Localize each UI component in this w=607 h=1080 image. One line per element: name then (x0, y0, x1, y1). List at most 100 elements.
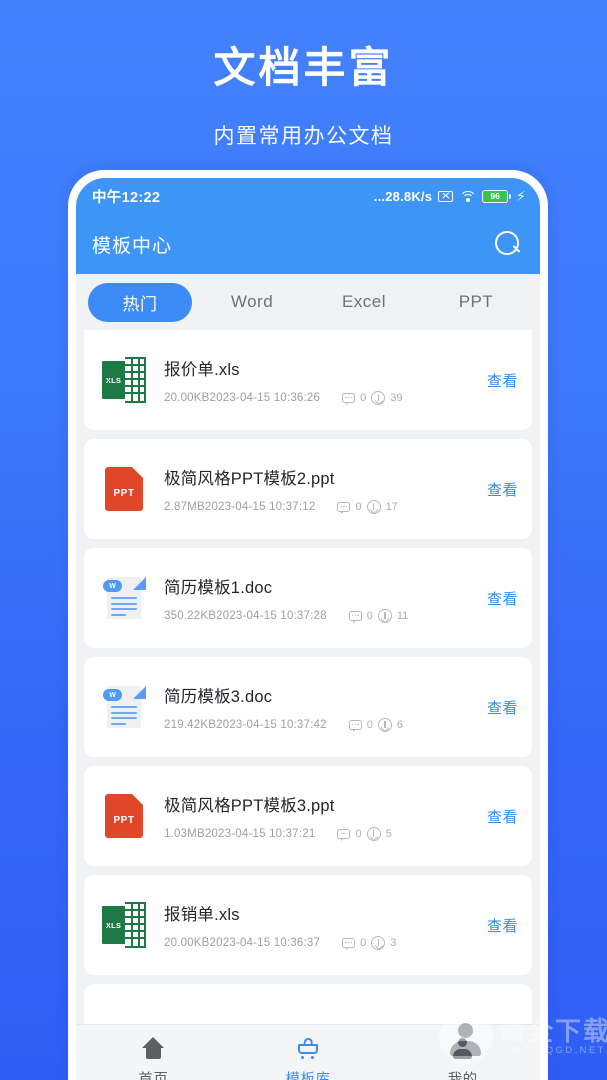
file-info: 报价单.xls 20.00KB 2023-04-15 10:36:26 0 39 (164, 356, 471, 405)
charging-bolt-icon: ⚡ (516, 188, 526, 204)
comment-count: 0 (360, 936, 367, 949)
file-info: 简历模板3.doc 219.42KB 2023-04-15 10:37:42 0 (164, 683, 471, 732)
tab-ppt[interactable]: PPT (420, 285, 532, 319)
view-button[interactable]: 查看 (487, 806, 518, 827)
promo-header: 文档丰富 内置常用办公文档 (0, 0, 607, 150)
list-item[interactable]: PPT 极简风格PPT模板2.ppt 2.87MB 2023-04-15 10:… (84, 439, 532, 539)
nav-label-home: 首页 (138, 1071, 169, 1080)
category-tabs: 热门 Word Excel PPT (76, 274, 540, 330)
file-date: 2023-04-15 10:37:28 (216, 609, 327, 622)
battery-level-text: 96 (490, 190, 500, 201)
view-button[interactable]: 查看 (487, 915, 518, 936)
download-count: 11 (396, 609, 409, 622)
file-stats: 0 3 (342, 935, 397, 950)
file-info: 报销单.xls 20.00KB 2023-04-15 10:36:37 0 3 (164, 901, 471, 950)
comment-icon (342, 392, 356, 405)
file-stats: 0 39 (342, 390, 403, 405)
tab-excel[interactable]: Excel (308, 285, 420, 319)
view-button[interactable]: 查看 (487, 697, 518, 718)
comment-icon (337, 828, 351, 841)
view-button[interactable]: 查看 (487, 588, 518, 609)
nav-label-template-library: 模板库 (285, 1071, 331, 1080)
comment-icon (337, 501, 351, 514)
battery-icon: 96 (482, 189, 512, 203)
file-stats: 0 11 (348, 608, 409, 623)
phone-screen: 中午12:22 ...28.8K/s 96 ⚡ 模板中心 热门 Word Exc… (76, 178, 540, 1080)
ppt-file-icon: PPT (102, 793, 148, 839)
comment-count: 0 (355, 827, 362, 840)
file-size: 350.22KB (164, 609, 217, 622)
download-count: 17 (385, 500, 398, 513)
view-button[interactable]: 查看 (487, 370, 518, 391)
file-stats: 0 6 (348, 717, 403, 732)
tab-word[interactable]: Word (196, 285, 308, 319)
file-name: 报销单.xls (164, 905, 240, 924)
list-item[interactable]: XLS 报价单.xls 20.00KB 2023-04-15 10:36:26 … (84, 330, 532, 430)
xls-badge-label: XLS (105, 920, 122, 930)
comment-count: 0 (355, 500, 362, 513)
home-icon (141, 1036, 166, 1061)
file-stats: 0 5 (337, 826, 392, 841)
download-count: 39 (390, 391, 403, 404)
nav-label-mine: 我的 (447, 1071, 478, 1080)
list-item[interactable]: PPT 极简风格PPT模板3.ppt 1.03MB 2023-04-15 10:… (84, 766, 532, 866)
doc-file-icon: W (102, 684, 148, 730)
file-info: 极简风格PPT模板2.ppt 2.87MB 2023-04-15 10:37:1… (164, 465, 471, 514)
template-file-list[interactable]: XLS 报价单.xls 20.00KB 2023-04-15 10:36:26 … (76, 330, 540, 1024)
list-item[interactable] (84, 984, 532, 1024)
view-button[interactable]: 查看 (487, 479, 518, 500)
comment-count: 0 (366, 718, 373, 731)
file-date: 2023-04-15 10:37:12 (204, 500, 316, 513)
file-date: 2023-04-15 10:36:37 (209, 936, 321, 949)
file-size: 1.03MB (164, 827, 205, 840)
file-size: 219.42KB (164, 718, 217, 731)
file-date: 2023-04-15 10:37:21 (204, 827, 316, 840)
list-item[interactable]: XLS 报销单.xls 20.00KB 2023-04-15 10:36:37 … (84, 875, 532, 975)
comment-icon (342, 937, 356, 950)
file-size: 20.00KB (164, 936, 210, 949)
status-time: 中午12:22 (92, 189, 161, 206)
list-item[interactable]: W 简历模板1.doc 350.22KB 2023-04-15 10:37:28… (84, 548, 532, 648)
download-icon (377, 717, 392, 732)
comment-count: 0 (366, 609, 373, 622)
list-item[interactable]: W 简历模板3.doc 219.42KB 2023-04-15 10:37:42… (84, 657, 532, 757)
file-stats: 0 17 (337, 499, 398, 514)
download-count: 5 (385, 827, 392, 840)
file-name: 简历模板1.doc (164, 578, 273, 597)
doc-file-icon: W (102, 575, 148, 621)
comment-icon (348, 610, 362, 623)
status-bar: 中午12:22 ...28.8K/s 96 ⚡ (76, 178, 540, 214)
file-date: 2023-04-15 10:37:42 (216, 718, 327, 731)
download-icon (366, 499, 381, 514)
nav-item-template-library[interactable]: 模板库 (231, 1036, 386, 1080)
app-bar: 模板中心 (76, 214, 540, 274)
xls-file-icon: XLS (102, 902, 148, 948)
ppt-file-icon: PPT (102, 466, 148, 512)
download-icon (377, 608, 392, 623)
search-icon[interactable] (495, 230, 522, 258)
xls-badge-label: XLS (105, 375, 122, 385)
network-speed-text: ...28.8K/s (373, 188, 433, 204)
nav-item-mine[interactable]: 我的 (385, 1037, 540, 1080)
nav-item-home[interactable]: 首页 (76, 1036, 231, 1080)
download-icon (371, 390, 386, 405)
file-name: 极简风格PPT模板2.ppt (164, 469, 335, 488)
file-info: 极简风格PPT模板3.ppt 1.03MB 2023-04-15 10:37:2… (164, 792, 471, 841)
file-info: 简历模板1.doc 350.22KB 2023-04-15 10:37:28 0 (164, 574, 471, 623)
doc-badge-label: W (109, 582, 116, 590)
x-box-icon (438, 190, 454, 202)
wifi-icon (459, 190, 477, 203)
download-icon (366, 826, 381, 841)
cart-icon (296, 1036, 321, 1061)
comment-icon (348, 719, 362, 732)
status-indicators: ...28.8K/s 96 ⚡ (374, 189, 526, 204)
page-title: 模板中心 (92, 235, 173, 257)
promo-title: 文档丰富 (213, 44, 394, 91)
download-count: 6 (396, 718, 403, 731)
file-name: 极简风格PPT模板3.ppt (164, 796, 335, 815)
file-size: 2.87MB (164, 500, 205, 513)
tab-hot[interactable]: 热门 (88, 282, 192, 322)
download-count: 3 (390, 936, 397, 949)
ppt-badge-label: PPT (113, 815, 135, 826)
comment-count: 0 (360, 391, 367, 404)
